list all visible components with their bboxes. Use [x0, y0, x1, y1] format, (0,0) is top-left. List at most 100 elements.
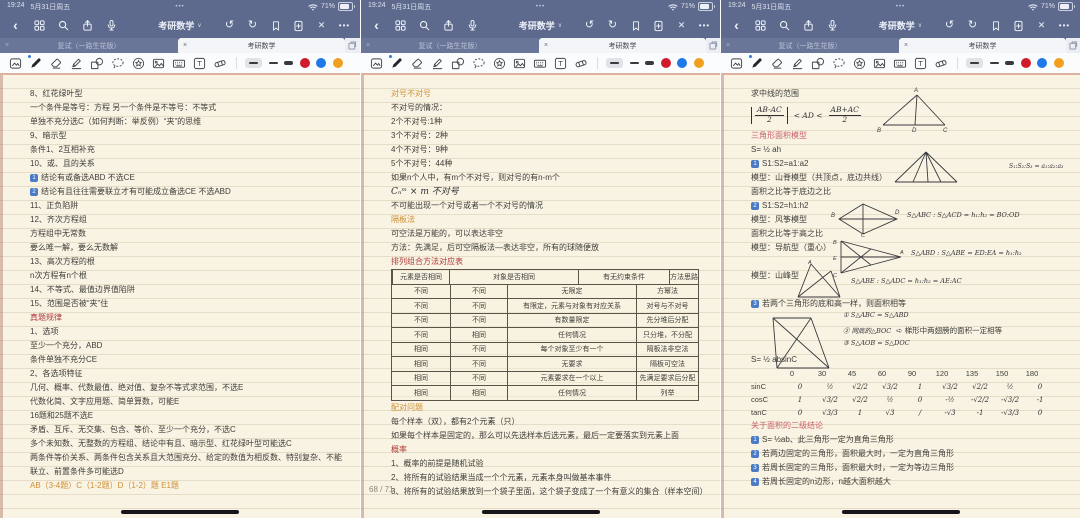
stamp-tool[interactable] [131, 56, 145, 70]
text-tool[interactable]: T [554, 56, 568, 70]
thumbnails-grid-icon[interactable] [33, 19, 46, 33]
document-title-menu[interactable]: 考研数学 ∨ [158, 19, 201, 32]
shapes-tool[interactable] [811, 56, 825, 70]
image-tool[interactable] [513, 56, 527, 70]
microphone-icon[interactable] [826, 19, 839, 33]
image-tool[interactable] [152, 56, 166, 70]
sticker-tool[interactable] [369, 56, 383, 70]
stroke-medium-option[interactable] [630, 62, 639, 65]
keyboard-tool[interactable] [893, 56, 907, 70]
tab-active-document[interactable]: × 考研数学 [178, 38, 345, 53]
text-tool[interactable]: T [914, 56, 928, 70]
tape-tool[interactable] [213, 56, 227, 70]
close-icon[interactable]: ✕ [675, 19, 688, 33]
stroke-medium-option[interactable] [990, 62, 999, 65]
thumbnails-grid-icon[interactable] [394, 19, 407, 33]
tab-close-icon[interactable]: × [544, 42, 548, 49]
tape-tool[interactable] [934, 56, 948, 70]
more-options-icon[interactable]: ••• [698, 19, 711, 33]
tab-close-icon[interactable]: × [904, 42, 908, 49]
microphone-icon[interactable] [466, 19, 479, 33]
undo-icon[interactable]: ↺ [583, 19, 596, 33]
stroke-thick-option[interactable] [284, 61, 293, 65]
tab-close-icon[interactable]: × [726, 42, 730, 49]
highlighter-tool[interactable] [70, 56, 84, 70]
color-red-swatch[interactable] [661, 58, 671, 68]
pen-tool[interactable] [29, 56, 43, 70]
stroke-thin-option[interactable] [245, 58, 262, 68]
stamp-tool[interactable] [852, 56, 866, 70]
image-tool[interactable] [873, 56, 887, 70]
tape-tool[interactable] [574, 56, 588, 70]
tab-active-document[interactable]: × 考研数学 [539, 38, 706, 53]
back-button[interactable]: ‹ [9, 19, 22, 33]
stroke-medium-option[interactable] [269, 62, 278, 65]
color-orange-swatch[interactable] [1054, 58, 1064, 68]
pen-tool[interactable] [750, 56, 764, 70]
shapes-tool[interactable] [451, 56, 465, 70]
add-page-icon[interactable] [292, 19, 305, 33]
share-icon[interactable] [442, 19, 455, 33]
sticker-tool[interactable] [8, 56, 22, 70]
highlighter-tool[interactable] [791, 56, 805, 70]
eraser-tool[interactable] [770, 56, 784, 70]
home-indicator[interactable] [842, 510, 960, 514]
tab-inactive-document[interactable]: × 复试（一路生花版） [721, 38, 899, 53]
home-indicator[interactable] [482, 510, 600, 514]
document-title-menu[interactable]: 考研数学 ∨ [879, 19, 922, 32]
sticker-tool[interactable] [729, 56, 743, 70]
microphone-icon[interactable] [105, 19, 118, 33]
search-icon[interactable] [418, 19, 431, 33]
bookmark-icon[interactable] [269, 19, 282, 33]
tab-inactive-document[interactable]: × 复试（一路生花版） [361, 38, 539, 53]
stroke-thick-option[interactable] [1005, 61, 1014, 65]
color-blue-swatch[interactable] [1037, 58, 1047, 68]
eraser-tool[interactable] [49, 56, 63, 70]
lasso-tool[interactable] [832, 56, 846, 70]
thumbnails-grid-icon[interactable] [754, 19, 767, 33]
color-red-swatch[interactable] [1021, 58, 1031, 68]
undo-icon[interactable]: ↺ [223, 19, 236, 33]
redo-icon[interactable]: ↻ [246, 19, 259, 33]
new-tab-button[interactable] [345, 38, 360, 53]
eraser-tool[interactable] [410, 56, 424, 70]
bookmark-icon[interactable] [629, 19, 642, 33]
search-icon[interactable] [57, 19, 70, 33]
add-page-icon[interactable] [652, 19, 665, 33]
share-icon[interactable] [81, 19, 94, 33]
document-title-menu[interactable]: 考研数学 ∨ [519, 19, 562, 32]
tab-close-icon[interactable]: × [5, 42, 9, 49]
new-tab-button[interactable] [1066, 38, 1080, 53]
lasso-tool[interactable] [111, 56, 125, 70]
redo-icon[interactable]: ↻ [966, 19, 979, 33]
stroke-thick-option[interactable] [645, 61, 654, 65]
stamp-tool[interactable] [492, 56, 506, 70]
tab-close-icon[interactable]: × [366, 42, 370, 49]
color-blue-swatch[interactable] [316, 58, 326, 68]
share-icon[interactable] [802, 19, 815, 33]
lasso-tool[interactable] [472, 56, 486, 70]
text-tool[interactable]: T [193, 56, 207, 70]
home-indicator[interactable] [121, 510, 239, 514]
color-orange-swatch[interactable] [333, 58, 343, 68]
color-blue-swatch[interactable] [677, 58, 687, 68]
close-icon[interactable]: ✕ [1035, 19, 1048, 33]
keyboard-tool[interactable] [533, 56, 547, 70]
highlighter-tool[interactable] [431, 56, 445, 70]
tab-active-document[interactable]: × 考研数学 [899, 38, 1066, 53]
bookmark-icon[interactable] [989, 19, 1002, 33]
color-red-swatch[interactable] [300, 58, 310, 68]
keyboard-tool[interactable] [172, 56, 186, 70]
new-tab-button[interactable] [706, 38, 720, 53]
color-orange-swatch[interactable] [694, 58, 704, 68]
back-button[interactable]: ‹ [370, 19, 383, 33]
shapes-tool[interactable] [90, 56, 104, 70]
stroke-thin-option[interactable] [606, 58, 623, 68]
add-page-icon[interactable] [1012, 19, 1025, 33]
more-options-icon[interactable]: ••• [1058, 19, 1071, 33]
more-options-icon[interactable]: ••• [338, 19, 351, 33]
close-icon[interactable]: ✕ [315, 19, 328, 33]
undo-icon[interactable]: ↺ [943, 19, 956, 33]
search-icon[interactable] [778, 19, 791, 33]
tab-close-icon[interactable]: × [183, 42, 187, 49]
